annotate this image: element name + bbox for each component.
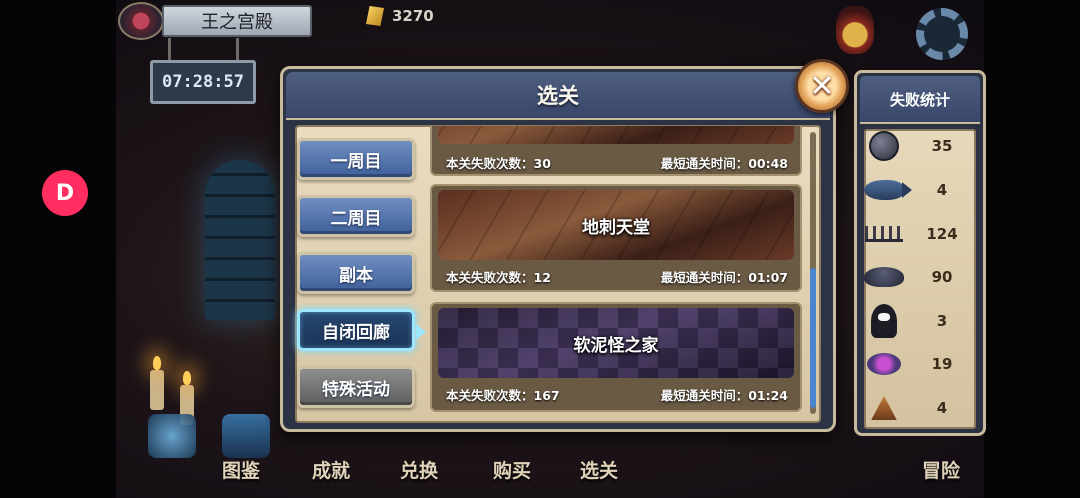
stat-row: 19 — [862, 344, 978, 384]
location-name: 王之宫殿 — [162, 5, 312, 37]
nav-achievements[interactable]: 成就 — [312, 456, 350, 483]
close-button[interactable]: ✕ — [795, 59, 849, 113]
fish-icon — [864, 180, 912, 200]
compass-icon[interactable] — [148, 414, 196, 458]
nav-level-select[interactable]: 选关 — [580, 456, 618, 483]
gold-value: 3270 — [392, 7, 434, 25]
level-card[interactable]: 地刺天堂 本关失败次数：12 最短通关时间：01:07 — [430, 184, 802, 292]
gold-counter: 3270 — [366, 4, 434, 28]
tab-dungeon[interactable]: 副本 — [297, 252, 415, 294]
tab-autism-corridor[interactable]: 自闭回廊 — [297, 309, 426, 351]
king-portrait-icon[interactable] — [836, 6, 874, 54]
level-best-time: 最短通关时间：01:24 — [660, 387, 788, 403]
nav-exchange[interactable]: 兑换 — [400, 456, 438, 483]
level-name: 地刺天堂 — [582, 217, 650, 238]
stat-value: 19 — [931, 355, 953, 373]
timer-display: 07:28:57 — [150, 60, 256, 104]
stat-row: 4 — [862, 170, 978, 210]
stat-value: 4 — [936, 181, 948, 199]
close-icon: ✕ — [809, 68, 835, 104]
level-fail-count: 本关失败次数：167 — [446, 387, 560, 403]
stats-title: 失败统计 — [889, 90, 950, 109]
stat-row: 3 — [862, 301, 978, 341]
level-name: 软泥怪之家 — [573, 335, 659, 356]
nav-codex[interactable]: 图鉴 — [222, 456, 260, 483]
nav-purchase[interactable]: 购买 — [493, 456, 531, 483]
location-plate: 王之宫殿 — [118, 2, 323, 40]
ghost-icon — [871, 304, 897, 338]
stats-header: 失败统计 — [860, 76, 980, 124]
left-letterbox — [0, 0, 116, 498]
stat-row: 124 — [862, 214, 978, 254]
stat-value: 3 — [936, 312, 948, 330]
gear-icon[interactable] — [916, 8, 968, 60]
stat-value: 4 — [936, 399, 948, 417]
stat-value: 124 — [926, 225, 958, 243]
level-stats: 本关失败次数：12 最短通关时间：01:07 — [432, 262, 800, 290]
stat-row: 90 — [862, 257, 978, 297]
tab-first-playthrough[interactable]: 一周目 — [297, 138, 415, 180]
level-stats: 本关失败次数：30 最短通关时间：00:48 — [432, 148, 800, 176]
fire-trap-icon — [871, 396, 897, 420]
level-banner: 地刺天堂 — [438, 190, 794, 260]
stained-glass-window — [205, 160, 275, 320]
slime-icon — [864, 267, 904, 287]
candle-icon — [150, 356, 164, 410]
dialog-title: 选关 — [537, 84, 579, 108]
tab-second-playthrough[interactable]: 二周目 — [297, 195, 415, 237]
boulder-icon — [869, 131, 899, 161]
scrollbar-thumb[interactable] — [810, 268, 816, 408]
level-banner — [438, 126, 794, 144]
level-list[interactable]: 本关失败次数：30 最短通关时间：00:48 地刺天堂 本关失败次数：12 最短… — [430, 126, 808, 416]
level-stats: 本关失败次数：167 最短通关时间：01:24 — [432, 380, 800, 408]
level-best-time: 最短通关时间：00:48 — [660, 155, 788, 171]
heart-emblem-icon — [118, 2, 164, 40]
nav-adventure[interactable]: 冒险 — [922, 456, 960, 483]
stat-row: 4 — [862, 388, 978, 428]
floating-app-icon[interactable]: D — [42, 170, 88, 216]
stat-value: 35 — [931, 137, 953, 155]
stat-value: 90 — [931, 268, 953, 286]
spider-icon — [867, 353, 901, 375]
level-card[interactable]: 本关失败次数：30 最短通关时间：00:48 — [430, 126, 802, 176]
tab-special-event[interactable]: 特殊活动 — [297, 366, 415, 408]
book-icon[interactable] — [222, 414, 270, 458]
gold-icon — [366, 6, 384, 26]
timer-chain — [236, 38, 239, 62]
level-fail-count: 本关失败次数：12 — [446, 269, 551, 285]
level-fail-count: 本关失败次数：30 — [446, 155, 551, 171]
stat-row: 35 — [862, 126, 978, 166]
timer-chain — [168, 38, 171, 62]
level-banner: 软泥怪之家 — [438, 308, 794, 378]
level-card[interactable]: 软泥怪之家 本关失败次数：167 最短通关时间：01:24 — [430, 302, 802, 412]
level-best-time: 最短通关时间：01:07 — [660, 269, 788, 285]
right-letterbox — [984, 0, 1080, 498]
spikes-icon — [865, 226, 903, 242]
dialog-header: 选关 — [286, 72, 830, 120]
